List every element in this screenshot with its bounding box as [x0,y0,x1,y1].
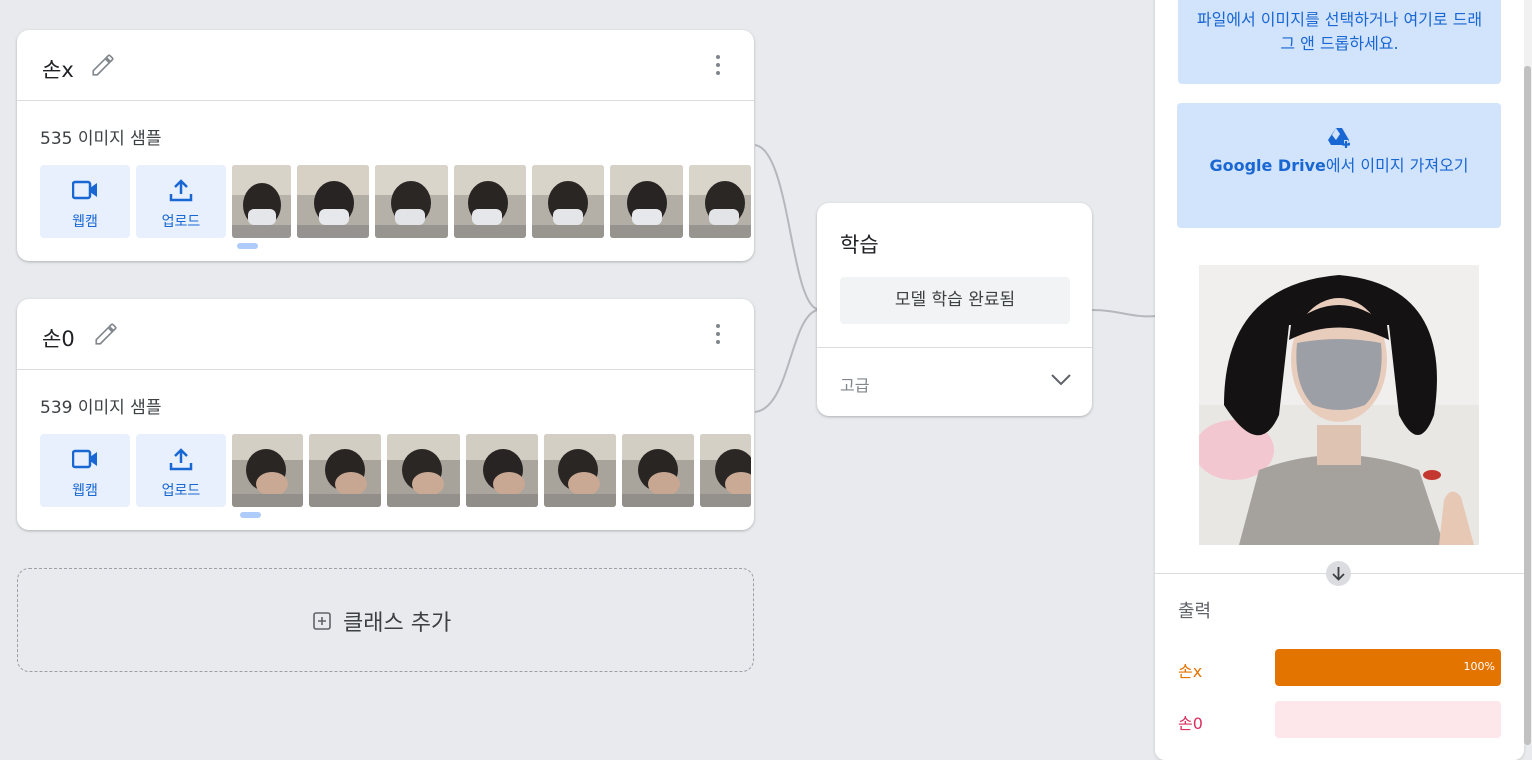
sample-thumbnail[interactable] [610,165,683,238]
more-vert-icon[interactable] [710,55,726,79]
training-card: 학습 모델 학습 완료됨 고급 [817,203,1092,416]
sample-thumbnail[interactable] [466,434,538,507]
output-title: 출력 [1178,601,1212,622]
drive-brand: Google Drive [1209,156,1326,175]
sample-count-text: 539 이미지 샘플 [40,393,161,418]
output-label: 손x [1178,662,1203,681]
sample-thumbnail[interactable] [700,434,751,507]
sample-thumbnail[interactable] [544,434,616,507]
pencil-icon[interactable] [90,52,116,78]
scrollbar-thumb[interactable] [1524,66,1531,745]
preview-image [1199,265,1479,545]
class-name[interactable]: 손0 [42,323,75,353]
upload-icon [169,448,193,471]
output-percent: 100% [1463,660,1495,673]
sample-thumbnails[interactable] [232,434,754,507]
upload-button[interactable]: 업로드 [136,434,226,507]
webcam-label: 웹캠 [72,214,98,230]
file-drop-zone[interactable]: 파일에서 이미지를 선택하거나 여기로 드래그 앤 드롭하세요. [1178,0,1501,84]
drive-add-icon [1328,128,1350,148]
sample-thumbnails[interactable] [232,165,754,238]
divider [817,347,1092,348]
advanced-label[interactable]: 고급 [840,372,869,396]
webcam-button[interactable]: 웹캠 [40,434,130,507]
sample-thumbnail[interactable] [387,434,460,507]
training-title: 학습 [840,233,879,257]
thumbnail-scroll-indicator[interactable] [240,512,261,518]
class-name[interactable]: 손x [42,54,74,84]
class-card-header: 손x [17,30,754,101]
sample-count: 539 [40,398,73,418]
train-model-button[interactable]: 모델 학습 완료됨 [840,277,1070,324]
upload-label: 업로드 [161,483,201,499]
output-confidence-bar [1275,701,1501,738]
sample-thumbnail[interactable] [309,434,381,507]
add-box-icon [313,612,331,630]
sample-count: 535 [40,129,73,149]
webcam-label: 웹캠 [72,483,98,499]
drive-import-text: Google Drive에서 이미지 가져오기 [1191,154,1487,178]
add-class-label: 클래스 추가 [343,611,452,636]
thumbnail-scroll-indicator[interactable] [237,243,258,249]
sample-thumbnail[interactable] [232,434,303,507]
sample-thumbnail[interactable] [689,165,751,238]
upload-label: 업로드 [161,214,201,230]
sample-label: 이미지 샘플 [77,129,162,149]
upload-button[interactable]: 업로드 [136,165,226,238]
more-vert-icon[interactable] [710,324,726,348]
upload-icon [169,179,193,202]
file-drop-text: 파일에서 이미지를 선택하거나 여기로 드래그 앤 드롭하세요. [1196,10,1483,53]
pencil-icon[interactable] [93,321,119,347]
arrow-down-icon[interactable] [1326,561,1351,586]
webcam-button[interactable]: 웹캠 [40,165,130,238]
sample-label: 이미지 샘플 [77,398,162,418]
class-card-1: 손x 535 이미지 샘플 웹캠 업로드 [17,30,754,261]
class-card-2: 손0 539 이미지 샘플 웹캠 업로드 [17,299,754,530]
sample-thumbnail[interactable] [532,165,604,238]
sample-thumbnail[interactable] [375,165,448,238]
drive-text: 에서 이미지 가져오기 [1325,156,1469,175]
output-label: 손0 [1178,714,1203,733]
webcam-icon [72,449,97,469]
sample-thumbnail[interactable] [297,165,369,238]
sample-thumbnail[interactable] [232,165,291,238]
google-drive-button[interactable]: Google Drive에서 이미지 가져오기 [1177,103,1501,228]
output-confidence-bar: 100% [1275,649,1501,686]
add-class-button[interactable]: 클래스 추가 [17,568,754,672]
class-card-header: 손0 [17,299,754,370]
sample-thumbnail[interactable] [454,165,526,238]
chevron-down-icon[interactable] [1050,373,1072,387]
sample-thumbnail[interactable] [622,434,694,507]
webcam-icon [72,180,97,200]
sample-count-text: 535 이미지 샘플 [40,124,161,149]
